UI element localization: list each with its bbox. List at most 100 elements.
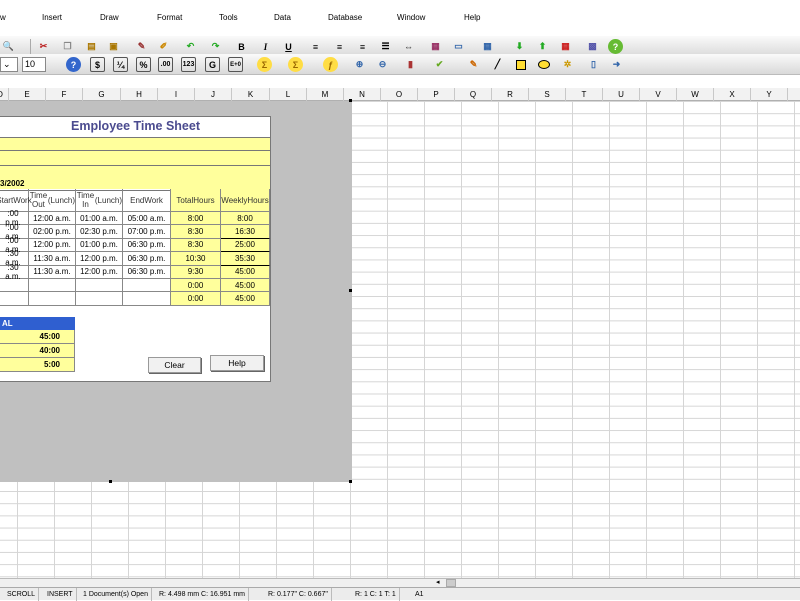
table-cell[interactable]: 0:00	[171, 279, 221, 293]
table-cell[interactable]	[0, 279, 29, 293]
zoom-in-icon[interactable]: ⊕	[352, 57, 367, 72]
help-button[interactable]: Help	[210, 355, 264, 371]
table-cell[interactable]: 8:00	[221, 212, 270, 226]
column-header-p[interactable]: P	[418, 88, 455, 101]
column-header-m[interactable]: M	[307, 88, 344, 101]
table-cell[interactable]: 45:00	[221, 279, 270, 293]
font-size-select[interactable]: 10	[22, 57, 46, 72]
align-right-icon[interactable]: ≡	[355, 39, 370, 54]
table-cell[interactable]: 11:30 a.m.	[29, 252, 76, 266]
table-cell[interactable]: 01:00 p.m.	[76, 238, 123, 253]
general-format-button[interactable]: G	[205, 57, 220, 72]
help-icon[interactable]: ?	[66, 57, 81, 72]
column-header-e[interactable]: E	[9, 88, 46, 101]
table-cell[interactable]	[0, 292, 29, 306]
paste-special-icon[interactable]: ▣	[106, 39, 121, 54]
column-header-v[interactable]: V	[640, 88, 677, 101]
column-header-o[interactable]: O	[381, 88, 418, 101]
table-cell[interactable]: 10:30	[171, 252, 221, 266]
calendar-icon[interactable]: ▦	[558, 39, 573, 54]
resize-handle[interactable]	[349, 480, 352, 483]
zoom-icon[interactable]: 🔍	[1, 39, 16, 54]
italic-button[interactable]: I	[258, 39, 273, 54]
table-cell[interactable]: 02:00 p.m.	[29, 225, 76, 239]
horizontal-scrollbar[interactable]: ◂	[0, 578, 800, 587]
menu-help[interactable]: Help	[464, 13, 480, 22]
table-cell[interactable]: 45:00	[221, 265, 270, 279]
scroll-thumb[interactable]	[446, 579, 456, 587]
percent-button[interactable]: %	[136, 57, 151, 72]
resize-handle[interactable]	[349, 99, 352, 102]
cut-icon[interactable]: ✂	[36, 39, 51, 54]
pencil-icon[interactable]: ✎	[466, 57, 481, 72]
table-cell[interactable]	[29, 292, 76, 306]
menu-data[interactable]: Data	[274, 13, 291, 22]
sort-down-icon[interactable]: ⬇	[512, 39, 527, 54]
column-header-j[interactable]: J	[195, 88, 232, 101]
ellipse-icon[interactable]	[536, 57, 551, 72]
paste-icon[interactable]: ▤	[84, 39, 99, 54]
bold-button[interactable]: B	[234, 39, 249, 54]
table-cell[interactable]: 12:00 p.m.	[76, 252, 123, 266]
table-cell[interactable]: 9:30	[171, 265, 221, 279]
font-name-select[interactable]: ⌄	[0, 57, 18, 72]
table-cell[interactable]: 11:30 a.m.	[29, 265, 76, 279]
scientific-format-button[interactable]: E+0	[228, 57, 243, 72]
underline-button[interactable]: U	[281, 39, 296, 54]
table-cell[interactable]	[76, 292, 123, 306]
table-cell[interactable]: 01:00 a.m.	[76, 212, 123, 226]
align-left-icon[interactable]: ≡	[308, 39, 323, 54]
menu-insert[interactable]: Insert	[42, 13, 62, 22]
insert-object-icon[interactable]: ▭	[451, 39, 466, 54]
table-cell[interactable]	[76, 279, 123, 293]
line-icon[interactable]: ╱	[490, 57, 505, 72]
column-header-x[interactable]: X	[714, 88, 751, 101]
column-header-k[interactable]: K	[232, 88, 270, 101]
merge-icon[interactable]: ⇔	[401, 39, 416, 54]
table-cell[interactable]: 35:30	[221, 252, 270, 266]
chart-icon[interactable]: ▮	[403, 57, 418, 72]
table-cell[interactable]: 8:00	[171, 212, 221, 226]
table-cell[interactable]: 25:00	[221, 238, 270, 253]
brush-icon[interactable]: ✐	[156, 39, 171, 54]
column-header-y[interactable]: Y	[751, 88, 788, 101]
column-header-r[interactable]: R	[492, 88, 529, 101]
column-header-q[interactable]: Q	[455, 88, 492, 101]
table-cell[interactable]: 12:00 a.m.	[29, 212, 76, 226]
undo-icon[interactable]: ↶	[183, 39, 198, 54]
calculator-icon[interactable]: ▦	[480, 39, 495, 54]
column-header-d[interactable]: D	[0, 88, 9, 101]
table-cell[interactable]: 05:00 a.m.	[123, 212, 171, 226]
table-cell[interactable]: 02:30 p.m.	[76, 225, 123, 239]
column-header-l[interactable]: L	[270, 88, 307, 101]
autosum-icon[interactable]: Σ	[257, 57, 272, 72]
menu-view[interactable]: w	[0, 13, 6, 22]
formula-icon[interactable]: ƒ	[323, 57, 338, 72]
table-cell[interactable]: 0:00	[171, 292, 221, 306]
resize-handle[interactable]	[349, 289, 352, 292]
table-cell[interactable]: 06:30 p.m.	[123, 265, 171, 279]
currency-button[interactable]: $	[90, 57, 105, 72]
forward-icon[interactable]: ➜	[609, 57, 624, 72]
functions-icon[interactable]: Σ	[288, 57, 303, 72]
column-header-g[interactable]: G	[83, 88, 121, 101]
sort-up-icon[interactable]: ⬆	[535, 39, 550, 54]
column-header-i[interactable]: I	[158, 88, 195, 101]
table-cell[interactable]: 8:30	[171, 225, 221, 239]
column-header-f[interactable]: F	[46, 88, 83, 101]
table-cell[interactable]: 45:00	[221, 292, 270, 306]
options-icon[interactable]: ▩	[585, 39, 600, 54]
insert-chart-icon[interactable]: ▦	[428, 39, 443, 54]
column-header-s[interactable]: S	[529, 88, 566, 101]
column-header-h[interactable]: H	[121, 88, 158, 101]
copy-icon[interactable]: ❐	[60, 39, 75, 54]
menu-window[interactable]: Window	[397, 13, 425, 22]
menu-tools[interactable]: Tools	[219, 13, 238, 22]
number-format-button[interactable]: 123	[181, 57, 196, 72]
help-icon[interactable]: ?	[608, 39, 623, 54]
table-cell[interactable]	[29, 279, 76, 293]
menu-format[interactable]: Format	[157, 13, 182, 22]
format-painter-icon[interactable]: ✎	[134, 39, 149, 54]
clear-button[interactable]: Clear	[148, 357, 201, 373]
page-icon[interactable]: ▯	[586, 57, 601, 72]
